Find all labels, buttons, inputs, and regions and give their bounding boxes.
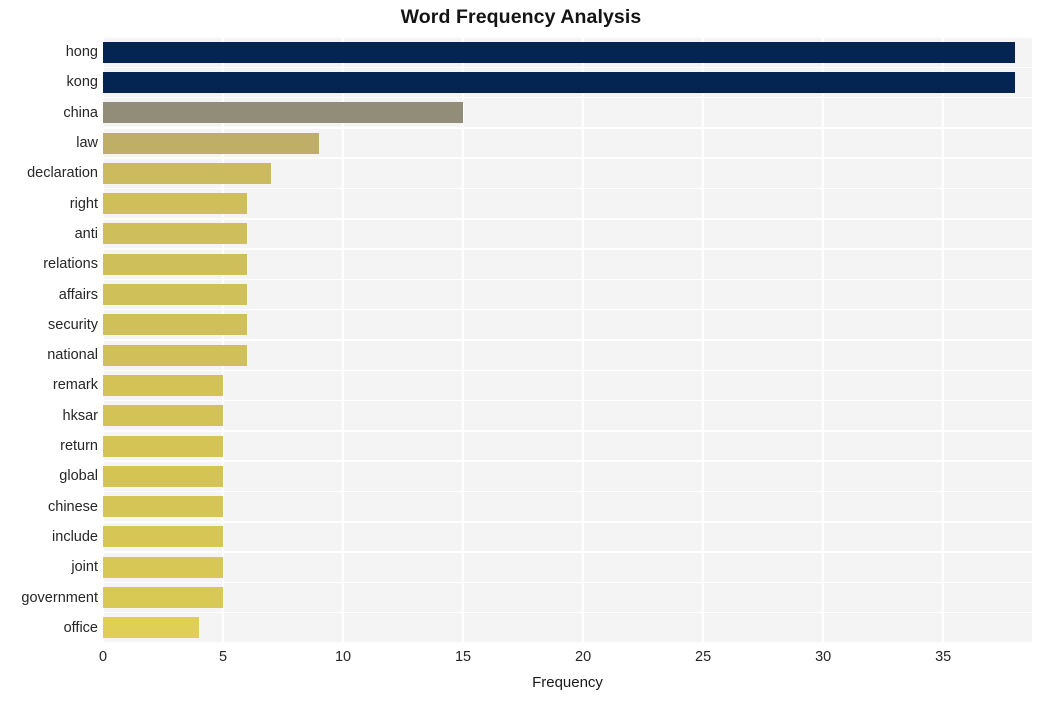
page-title: Word Frequency Analysis — [400, 6, 642, 28]
bar — [103, 526, 224, 548]
gridline-horizontal — [103, 399, 1032, 402]
gridline-horizontal — [103, 37, 1032, 38]
gridline-horizontal — [103, 430, 1032, 432]
plot-area — [103, 37, 1032, 643]
y-axis-tick-label: declaration — [27, 165, 98, 182]
gridline-horizontal — [103, 460, 1032, 462]
bar — [103, 374, 224, 396]
bar — [103, 102, 464, 124]
gridline-horizontal — [103, 66, 1032, 69]
y-axis-tick-label: kong — [66, 74, 98, 91]
y-axis-tick-label: office — [63, 619, 98, 636]
x-axis-tick-label: 0 — [98, 649, 108, 665]
bar — [103, 465, 224, 487]
y-axis-tick-label: anti — [74, 225, 98, 242]
y-axis-tick-label: affairs — [58, 286, 98, 303]
x-axis-tick-label: 5 — [218, 649, 228, 665]
y-axis-tick-label: hksar — [62, 407, 98, 424]
gridline-horizontal — [103, 490, 1032, 493]
y-axis-tick-label: remark — [52, 377, 98, 394]
chart-figure: Word Frequency Analysis hong kong china law… — [0, 0, 1042, 701]
y-axis-tick-label: national — [47, 347, 98, 364]
y-axis-tick-label: joint — [71, 559, 98, 576]
bar — [103, 253, 248, 275]
bar — [103, 132, 320, 154]
gridline-horizontal — [103, 611, 1032, 614]
y-axis-tick-label: global — [59, 468, 98, 485]
x-axis-label: Frequency — [532, 674, 603, 691]
bar — [103, 405, 224, 427]
x-axis-tick-label: 30 — [815, 649, 832, 665]
x-axis-tick-label: 20 — [575, 649, 592, 665]
bar — [103, 41, 1016, 63]
bar — [103, 162, 272, 184]
bar — [103, 314, 248, 336]
gridline-horizontal — [103, 157, 1032, 159]
gridline-horizontal — [103, 581, 1032, 584]
gridline-horizontal — [103, 642, 1032, 643]
gridline-horizontal — [103, 278, 1032, 281]
y-axis-tick-labels: hong kong china law declaration right anti rela… — [0, 37, 98, 643]
gridline-horizontal — [103, 551, 1032, 553]
x-axis-tick-label: 35 — [935, 649, 952, 665]
bar — [103, 193, 248, 215]
bar — [103, 435, 224, 457]
bar — [103, 496, 224, 518]
gridline-horizontal — [103, 339, 1032, 341]
y-axis-tick-label: law — [76, 135, 98, 152]
y-axis-tick-label: hong — [65, 44, 98, 61]
bar — [103, 587, 224, 609]
y-axis-tick-label: right — [69, 195, 98, 212]
gridline-horizontal — [103, 248, 1032, 250]
x-axis-tick-label: 10 — [334, 649, 352, 665]
bar — [103, 556, 224, 578]
gridline-horizontal — [103, 308, 1032, 311]
bar — [103, 71, 1016, 93]
bar — [103, 284, 248, 306]
bar — [103, 617, 200, 639]
y-axis-tick-label: security — [48, 316, 98, 333]
bar — [103, 223, 248, 245]
y-axis-tick-label: return — [60, 438, 98, 455]
gridline-horizontal — [103, 218, 1032, 220]
gridline-horizontal — [103, 127, 1032, 129]
y-axis-tick-label: chinese — [48, 498, 98, 515]
gridline-horizontal — [103, 96, 1032, 99]
y-axis-tick-label: include — [52, 528, 98, 545]
y-axis-tick-label: china — [63, 104, 98, 121]
x-axis-tick-label: 25 — [695, 649, 712, 665]
x-axis-tick-labels: 0 5 10 15 20 25 30 35 — [0, 649, 1042, 669]
gridline-horizontal — [103, 369, 1032, 372]
gridline-horizontal — [103, 521, 1032, 523]
x-axis-tick-label: 15 — [454, 649, 472, 665]
bar — [103, 344, 248, 366]
gridline-horizontal — [103, 187, 1032, 190]
y-axis-tick-label: government — [21, 589, 98, 606]
y-axis-tick-label: relations — [43, 256, 98, 273]
